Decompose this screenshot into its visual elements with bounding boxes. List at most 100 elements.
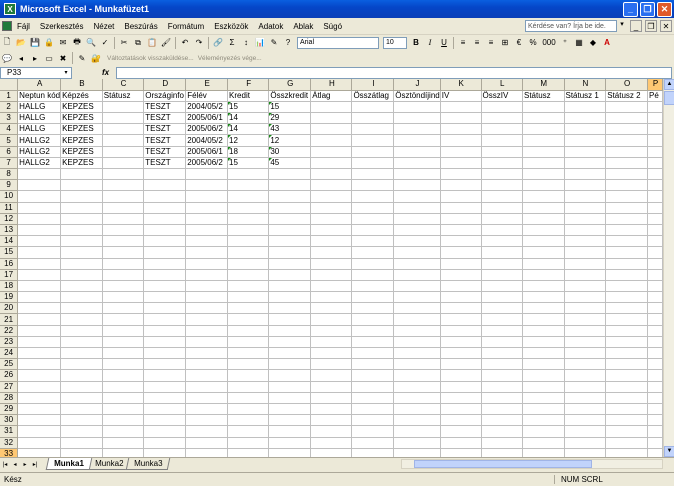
first-sheet-icon[interactable]: |◂ — [0, 461, 10, 468]
fx-icon[interactable]: fx — [102, 68, 116, 77]
column-header[interactable]: M — [522, 79, 565, 91]
cell[interactable]: TESZT — [143, 112, 187, 125]
cell[interactable] — [227, 224, 270, 237]
sheet-tab-munka3[interactable]: Munka3 — [125, 458, 172, 470]
cell[interactable] — [60, 213, 103, 225]
formula-input[interactable] — [116, 66, 672, 79]
cell[interactable] — [227, 358, 270, 371]
cell[interactable] — [647, 448, 663, 457]
cell[interactable] — [481, 246, 524, 259]
cell[interactable] — [143, 313, 187, 326]
cell[interactable] — [102, 101, 145, 114]
cell[interactable] — [440, 313, 482, 326]
column-header[interactable]: A — [17, 79, 62, 91]
cell[interactable] — [17, 437, 62, 449]
cell[interactable] — [310, 369, 353, 382]
cell[interactable] — [185, 269, 229, 281]
row-header[interactable]: 12 — [0, 213, 19, 225]
email-icon[interactable]: ✉ — [57, 37, 69, 49]
cell[interactable] — [564, 101, 607, 114]
column-header[interactable]: J — [393, 79, 441, 91]
cell[interactable] — [351, 202, 395, 214]
cell[interactable] — [564, 168, 607, 181]
row-header[interactable]: 16 — [0, 258, 19, 270]
cell[interactable] — [564, 146, 607, 158]
row-header[interactable]: 9 — [0, 179, 19, 192]
cell[interactable] — [647, 414, 663, 427]
cell[interactable] — [647, 269, 663, 281]
cell[interactable] — [440, 157, 482, 170]
cell[interactable]: Összkredit — [268, 90, 312, 102]
prev-comment-icon[interactable]: ◂ — [15, 52, 27, 64]
cell[interactable] — [143, 179, 187, 192]
cell[interactable] — [310, 202, 353, 214]
cell[interactable] — [17, 414, 62, 427]
cell[interactable] — [102, 134, 145, 147]
cell[interactable] — [268, 358, 312, 371]
cell[interactable] — [440, 224, 482, 237]
currency-icon[interactable]: € — [513, 37, 525, 49]
cell[interactable] — [227, 381, 270, 393]
last-sheet-icon[interactable]: ▸| — [30, 461, 40, 468]
cell[interactable] — [268, 347, 312, 360]
cell[interactable] — [60, 291, 103, 304]
cell[interactable] — [647, 358, 663, 371]
cell[interactable] — [102, 246, 145, 259]
cell[interactable]: HALLG — [17, 101, 62, 114]
cell[interactable] — [522, 437, 565, 449]
cell[interactable] — [481, 179, 524, 192]
cell[interactable] — [102, 202, 145, 214]
cell[interactable] — [564, 269, 607, 281]
cell[interactable] — [143, 437, 187, 449]
column-header[interactable]: F — [227, 79, 270, 91]
copy-icon[interactable]: ⧉ — [132, 37, 144, 49]
cell[interactable] — [227, 269, 270, 281]
cell[interactable] — [605, 302, 648, 315]
row-header[interactable]: 21 — [0, 313, 19, 326]
cell[interactable] — [440, 202, 482, 214]
cell[interactable] — [102, 269, 145, 281]
cell[interactable] — [351, 313, 395, 326]
cell[interactable] — [17, 202, 62, 214]
cell[interactable] — [227, 336, 270, 349]
cell[interactable] — [185, 235, 229, 248]
align-left-icon[interactable]: ≡ — [457, 37, 469, 49]
cell[interactable] — [268, 280, 312, 293]
prev-sheet-icon[interactable]: ◂ — [10, 461, 20, 468]
cell[interactable]: 2004/05/2 — [185, 101, 229, 114]
cell[interactable] — [102, 280, 145, 293]
column-header[interactable]: H — [310, 79, 353, 91]
cell[interactable] — [481, 403, 524, 416]
cell[interactable] — [605, 414, 648, 427]
cell[interactable] — [393, 448, 441, 457]
help-search-input[interactable]: Kérdése van? Írja be ide. — [525, 20, 617, 32]
cell[interactable] — [564, 425, 607, 438]
menu-edit[interactable]: Szerkesztés — [35, 22, 89, 31]
row-header[interactable]: 24 — [0, 347, 19, 360]
end-review-button[interactable]: Véleményezés vége... — [198, 55, 262, 62]
undo-icon[interactable]: ↶ — [179, 37, 191, 49]
cell[interactable] — [351, 347, 395, 360]
cell[interactable] — [564, 403, 607, 416]
excel-app-icon[interactable]: X — [4, 3, 16, 15]
cell[interactable] — [522, 325, 565, 337]
cell[interactable] — [605, 112, 648, 125]
cell[interactable] — [143, 325, 187, 337]
cell[interactable]: HALLG2 — [17, 146, 62, 158]
cell[interactable] — [143, 202, 187, 214]
percent-button[interactable]: % — [527, 37, 539, 49]
cell[interactable] — [647, 291, 663, 304]
cell[interactable] — [185, 414, 229, 427]
cell[interactable] — [310, 448, 353, 457]
cell[interactable] — [227, 414, 270, 427]
cell[interactable] — [351, 403, 395, 416]
cell[interactable] — [605, 179, 648, 192]
cell[interactable] — [60, 414, 103, 427]
cell[interactable] — [102, 403, 145, 416]
cell[interactable] — [440, 302, 482, 315]
cell[interactable] — [143, 235, 187, 248]
paste-icon[interactable]: 📋 — [146, 37, 158, 49]
cell[interactable] — [60, 392, 103, 404]
close-button[interactable]: ✕ — [657, 1, 672, 17]
cell[interactable]: Státusz 2 — [605, 90, 648, 102]
